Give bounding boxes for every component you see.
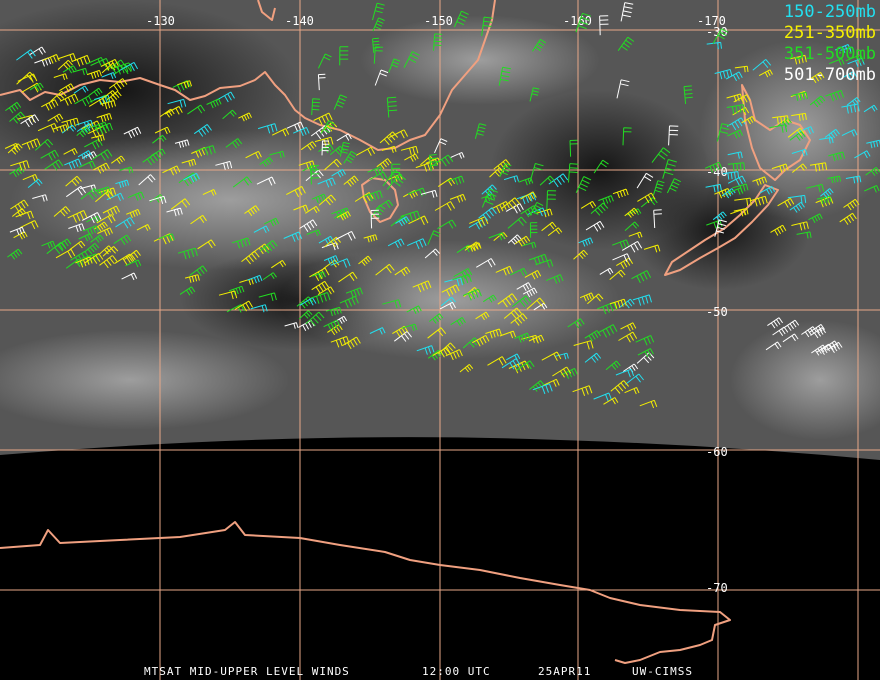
- lat-label-60: -60: [706, 445, 728, 459]
- legend-item-351-500mb: 351-500mb: [783, 44, 876, 64]
- lon-label-150: -150: [424, 14, 453, 28]
- lon-label-140: -140: [285, 14, 314, 28]
- footer-time: 12:00 UTC: [422, 665, 491, 678]
- legend-item-150-250mb: 150-250mb: [783, 2, 876, 22]
- pressure-legend: 150-250mb 251-350mb 351-500mb 501-700mb: [784, 2, 876, 86]
- legend-item-251-350mb: 251-350mb: [783, 23, 876, 43]
- satellite-wind-map: -130 -140 -150 -160 -170 -30 -40 -50 -60…: [0, 0, 880, 680]
- footer-title: MTSAT MID-UPPER LEVEL WINDS: [144, 665, 350, 678]
- lat-label-40: -40: [706, 165, 728, 179]
- lon-label-160: -160: [563, 14, 592, 28]
- lon-label-130: -130: [146, 14, 175, 28]
- footer-credit: UW-CIMSS: [632, 665, 693, 678]
- footer-date: 25APR11: [538, 665, 592, 678]
- legend-item-501-700mb: 501-700mb: [783, 65, 876, 85]
- lat-label-50: -50: [706, 305, 728, 319]
- lat-label-70: -70: [706, 581, 728, 595]
